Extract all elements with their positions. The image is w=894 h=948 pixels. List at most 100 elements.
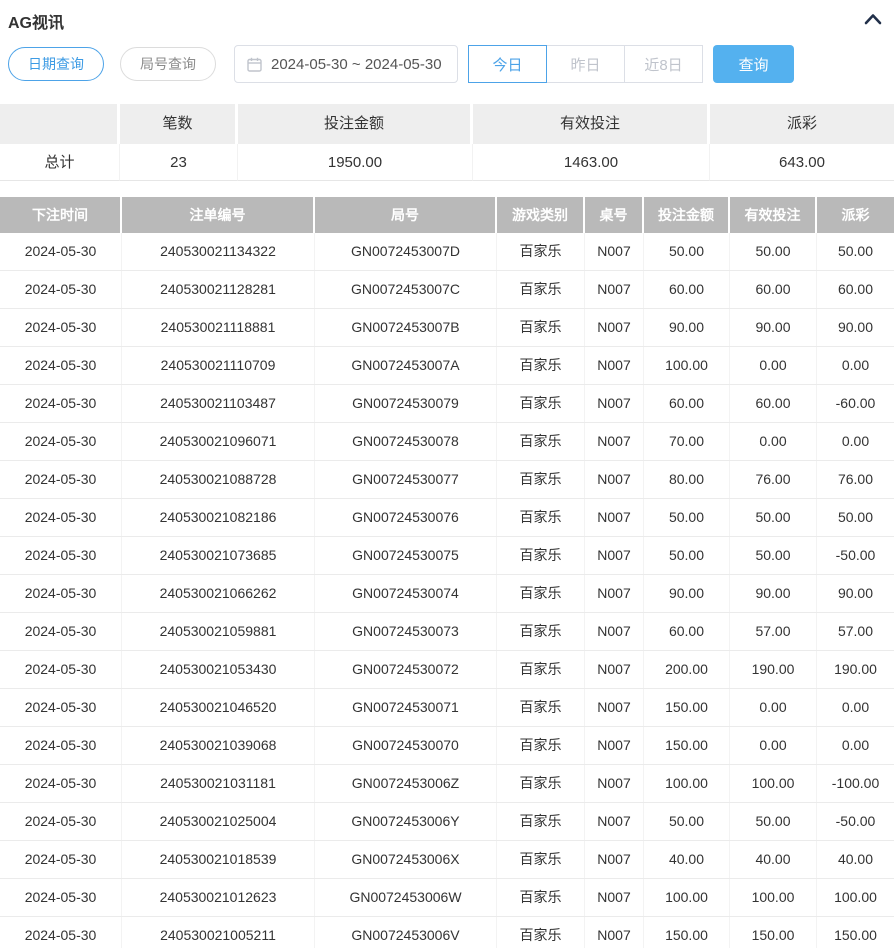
summary-total-row: 总计 23 1950.00 1463.00 643.00 — [0, 144, 894, 181]
collapse-panel-button[interactable] — [862, 12, 884, 30]
date-query-tab[interactable]: 日期查询 — [8, 47, 104, 81]
table-no-cell: N007 — [585, 385, 644, 422]
bet-time-cell: 2024-05-30 — [0, 727, 122, 764]
valid-bet-cell: 0.00 — [730, 689, 817, 726]
round-id-cell: GN0072453006Z — [315, 765, 497, 802]
game-type-cell: 百家乐 — [497, 613, 585, 650]
bet-amount-cell: 80.00 — [644, 461, 730, 498]
yesterday-button[interactable]: 昨日 — [546, 45, 625, 83]
table-no-cell: N007 — [585, 613, 644, 650]
table-no-cell: N007 — [585, 765, 644, 802]
round-query-tab[interactable]: 局号查询 — [120, 47, 216, 81]
payout-cell: 40.00 — [817, 841, 894, 878]
col-header-bet-id: 注单编号 — [122, 197, 315, 233]
bet-time-cell: 2024-05-30 — [0, 347, 122, 384]
payout-cell: 0.00 — [817, 689, 894, 726]
valid-bet-cell: 190.00 — [730, 651, 817, 688]
round-id-cell: GN00724530076 — [315, 499, 497, 536]
payout-cell: 0.00 — [817, 423, 894, 460]
round-id-cell: GN0072453006W — [315, 879, 497, 916]
table-no-cell: N007 — [585, 271, 644, 308]
bet-time-cell: 2024-05-30 — [0, 233, 122, 270]
payout-cell: 50.00 — [817, 499, 894, 536]
bet-amount-cell: 70.00 — [644, 423, 730, 460]
game-type-cell: 百家乐 — [497, 651, 585, 688]
table-no-cell: N007 — [585, 461, 644, 498]
bet-table-body: 2024-05-30 240530021134322 GN0072453007D… — [0, 233, 894, 948]
payout-cell: 57.00 — [817, 613, 894, 650]
bet-time-cell: 2024-05-30 — [0, 309, 122, 346]
round-id-cell: GN00724530078 — [315, 423, 497, 460]
round-id-cell: GN0072453007B — [315, 309, 497, 346]
bet-id-cell: 240530021046520 — [122, 689, 315, 726]
round-id-cell: GN0072453007A — [315, 347, 497, 384]
valid-bet-cell: 0.00 — [730, 423, 817, 460]
col-header-bet-amount: 投注金额 — [644, 197, 730, 233]
bet-amount-cell: 60.00 — [644, 613, 730, 650]
round-id-cell: GN00724530070 — [315, 727, 497, 764]
table-no-cell: N007 — [585, 499, 644, 536]
col-header-table-no: 桌号 — [585, 197, 644, 233]
table-no-cell: N007 — [585, 347, 644, 384]
table-row: 2024-05-30 240530021025004 GN0072453006Y… — [0, 803, 894, 841]
round-id-cell: GN00724530077 — [315, 461, 497, 498]
search-button[interactable]: 查询 — [713, 45, 794, 83]
date-range-picker[interactable]: 2024-05-30 ~ 2024-05-30 — [234, 45, 458, 83]
bet-time-cell: 2024-05-30 — [0, 423, 122, 460]
bet-amount-cell: 50.00 — [644, 499, 730, 536]
game-type-cell: 百家乐 — [497, 917, 585, 948]
bet-amount-cell: 150.00 — [644, 727, 730, 764]
round-id-cell: GN0072453006Y — [315, 803, 497, 840]
table-no-cell: N007 — [585, 841, 644, 878]
valid-bet-cell: 76.00 — [730, 461, 817, 498]
bet-table-header-row: 下注时间 注单编号 局号 游戏类别 桌号 投注金额 有效投注 派彩 — [0, 197, 894, 233]
bet-time-cell: 2024-05-30 — [0, 537, 122, 574]
table-row: 2024-05-30 240530021128281 GN0072453007C… — [0, 271, 894, 309]
game-type-cell: 百家乐 — [497, 499, 585, 536]
summary-total-count: 23 — [120, 144, 238, 181]
summary-header-blank — [0, 104, 120, 144]
date-range-value: 2024-05-30 ~ 2024-05-30 — [271, 56, 442, 73]
bet-id-cell: 240530021005211 — [122, 917, 315, 948]
round-id-cell: GN00724530071 — [315, 689, 497, 726]
valid-bet-cell: 60.00 — [730, 271, 817, 308]
table-no-cell: N007 — [585, 689, 644, 726]
bet-amount-cell: 90.00 — [644, 575, 730, 612]
quick-range-group: 今日 昨日 近8日 — [468, 45, 703, 83]
bet-amount-cell: 100.00 — [644, 765, 730, 802]
table-row: 2024-05-30 240530021039068 GN00724530070… — [0, 727, 894, 765]
col-header-payout: 派彩 — [817, 197, 894, 233]
summary-header-payout: 派彩 — [710, 104, 894, 144]
bet-id-cell: 240530021073685 — [122, 537, 315, 574]
bet-id-cell: 240530021128281 — [122, 271, 315, 308]
last-8-days-button[interactable]: 近8日 — [624, 45, 703, 83]
bet-time-cell: 2024-05-30 — [0, 879, 122, 916]
valid-bet-cell: 100.00 — [730, 765, 817, 802]
bet-id-cell: 240530021025004 — [122, 803, 315, 840]
round-id-cell: GN0072453007C — [315, 271, 497, 308]
page-title: AG视讯 — [8, 9, 64, 33]
bet-time-cell: 2024-05-30 — [0, 461, 122, 498]
bet-id-cell: 240530021031181 — [122, 765, 315, 802]
bet-records-table: 下注时间 注单编号 局号 游戏类别 桌号 投注金额 有效投注 派彩 2024-0… — [0, 197, 894, 948]
payout-cell: -50.00 — [817, 537, 894, 574]
valid-bet-cell: 60.00 — [730, 385, 817, 422]
calendar-icon — [247, 57, 262, 72]
today-button[interactable]: 今日 — [468, 45, 547, 83]
summary-total-valid-bet: 1463.00 — [473, 144, 710, 181]
game-type-cell: 百家乐 — [497, 347, 585, 384]
bet-id-cell: 240530021088728 — [122, 461, 315, 498]
payout-cell: 90.00 — [817, 575, 894, 612]
table-no-cell: N007 — [585, 233, 644, 270]
game-type-cell: 百家乐 — [497, 309, 585, 346]
valid-bet-cell: 50.00 — [730, 233, 817, 270]
bet-id-cell: 240530021059881 — [122, 613, 315, 650]
round-id-cell: GN00724530079 — [315, 385, 497, 422]
table-row: 2024-05-30 240530021059881 GN00724530073… — [0, 613, 894, 651]
bet-id-cell: 240530021039068 — [122, 727, 315, 764]
table-row: 2024-05-30 240530021046520 GN00724530071… — [0, 689, 894, 727]
bet-time-cell: 2024-05-30 — [0, 499, 122, 536]
bet-amount-cell: 60.00 — [644, 271, 730, 308]
payout-cell: -100.00 — [817, 765, 894, 802]
table-no-cell: N007 — [585, 727, 644, 764]
